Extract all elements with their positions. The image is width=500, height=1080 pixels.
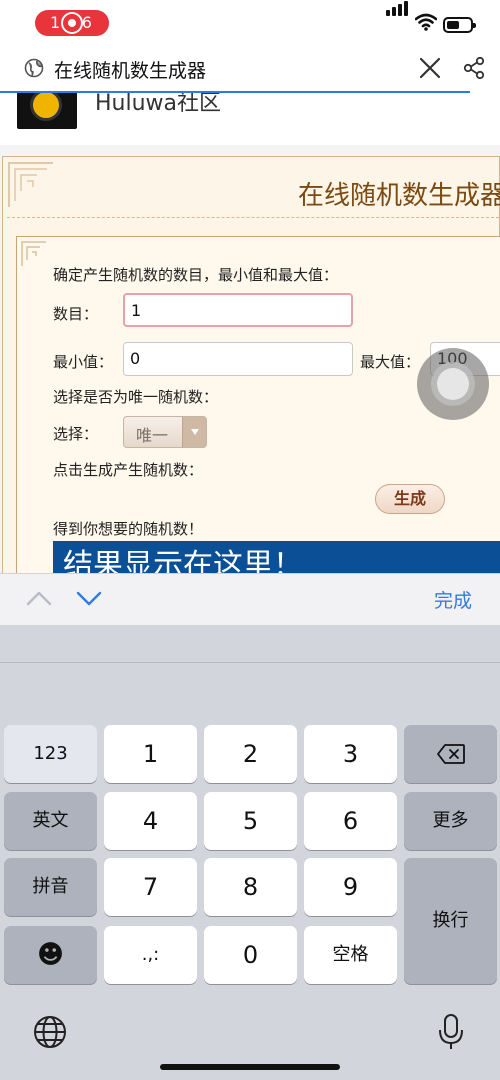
home-indicator [160, 1064, 340, 1070]
site-name[interactable]: Huluwa社区 [95, 93, 221, 117]
globe-icon[interactable] [33, 1015, 67, 1049]
corner-ornament [21, 241, 46, 266]
max-label: 最大值： [360, 353, 421, 371]
instruction-text: 确定产生随机数的数目，最小值和最大值： [53, 266, 339, 284]
browser-title-bar: 在线随机数生成器 [0, 48, 500, 92]
keyboard-accessory-bar: 完成 [0, 573, 500, 625]
globe-icon [24, 58, 44, 78]
corner-ornament [8, 162, 53, 207]
chevron-down-icon [182, 417, 206, 447]
key-more[interactable]: 更多 [404, 792, 497, 850]
count-label: 数目： [53, 305, 99, 323]
key-pinyin[interactable]: 拼音 [4, 858, 97, 916]
key-9[interactable]: 9 [304, 858, 397, 916]
next-field-icon[interactable] [76, 588, 102, 608]
key-6[interactable]: 6 [304, 792, 397, 850]
generate-button[interactable]: 生成 [375, 484, 445, 514]
key-english[interactable]: 英文 [4, 792, 97, 850]
emoji-key[interactable]: ☻ [4, 926, 97, 984]
key-8[interactable]: 8 [204, 858, 297, 916]
record-icon [63, 14, 81, 32]
min-input[interactable]: 0 [123, 342, 353, 376]
key-1[interactable]: 1 [104, 725, 197, 783]
key-2[interactable]: 2 [204, 725, 297, 783]
key-7[interactable]: 7 [104, 858, 197, 916]
previous-field-icon[interactable] [26, 588, 52, 608]
numeric-keyboard: 123 1 2 3 英文 4 5 6 更多 拼音 7 8 9 换行 ☻ .,: … [0, 625, 500, 1080]
key-4[interactable]: 4 [104, 792, 197, 850]
key-123[interactable]: 123 [4, 725, 97, 783]
result-prompt: 得到你想要的随机数！ [53, 520, 204, 538]
key-0[interactable]: 0 [204, 926, 297, 984]
status-bar: 1:06 [0, 0, 500, 48]
key-3[interactable]: 3 [304, 725, 397, 783]
divider [7, 217, 499, 218]
count-input[interactable]: 1 [123, 293, 353, 327]
select-label: 选择： [53, 425, 99, 443]
wifi-icon [415, 13, 437, 31]
assistive-touch-button[interactable] [417, 348, 489, 420]
close-icon[interactable] [418, 56, 442, 80]
unique-select-value: 唯一 [136, 426, 169, 445]
site-header: Huluwa社区 [0, 93, 500, 145]
tool-title: 在线随机数生成器 [298, 181, 500, 211]
divider [0, 662, 500, 663]
unique-select[interactable]: 唯一 [123, 416, 207, 448]
generate-prompt: 点击生成产生随机数： [53, 461, 204, 479]
share-icon[interactable] [462, 56, 486, 80]
done-button[interactable]: 完成 [434, 586, 472, 613]
key-punctuation[interactable]: .,: [104, 926, 197, 984]
battery-level [447, 21, 459, 29]
key-5[interactable]: 5 [204, 792, 297, 850]
microphone-icon[interactable] [438, 1013, 464, 1051]
unique-prompt: 选择是否为唯一随机数： [53, 388, 219, 406]
backspace-icon [436, 744, 465, 764]
min-label: 最小值： [53, 353, 114, 371]
site-logo[interactable] [17, 93, 77, 129]
space-key[interactable]: 空格 [304, 926, 397, 984]
battery-icon [443, 17, 476, 33]
key-return[interactable]: 换行 [404, 858, 497, 984]
screen-recording-indicator[interactable]: 1:06 [35, 10, 109, 36]
page-title: 在线随机数生成器 [54, 60, 207, 82]
backspace-key[interactable] [404, 725, 497, 783]
